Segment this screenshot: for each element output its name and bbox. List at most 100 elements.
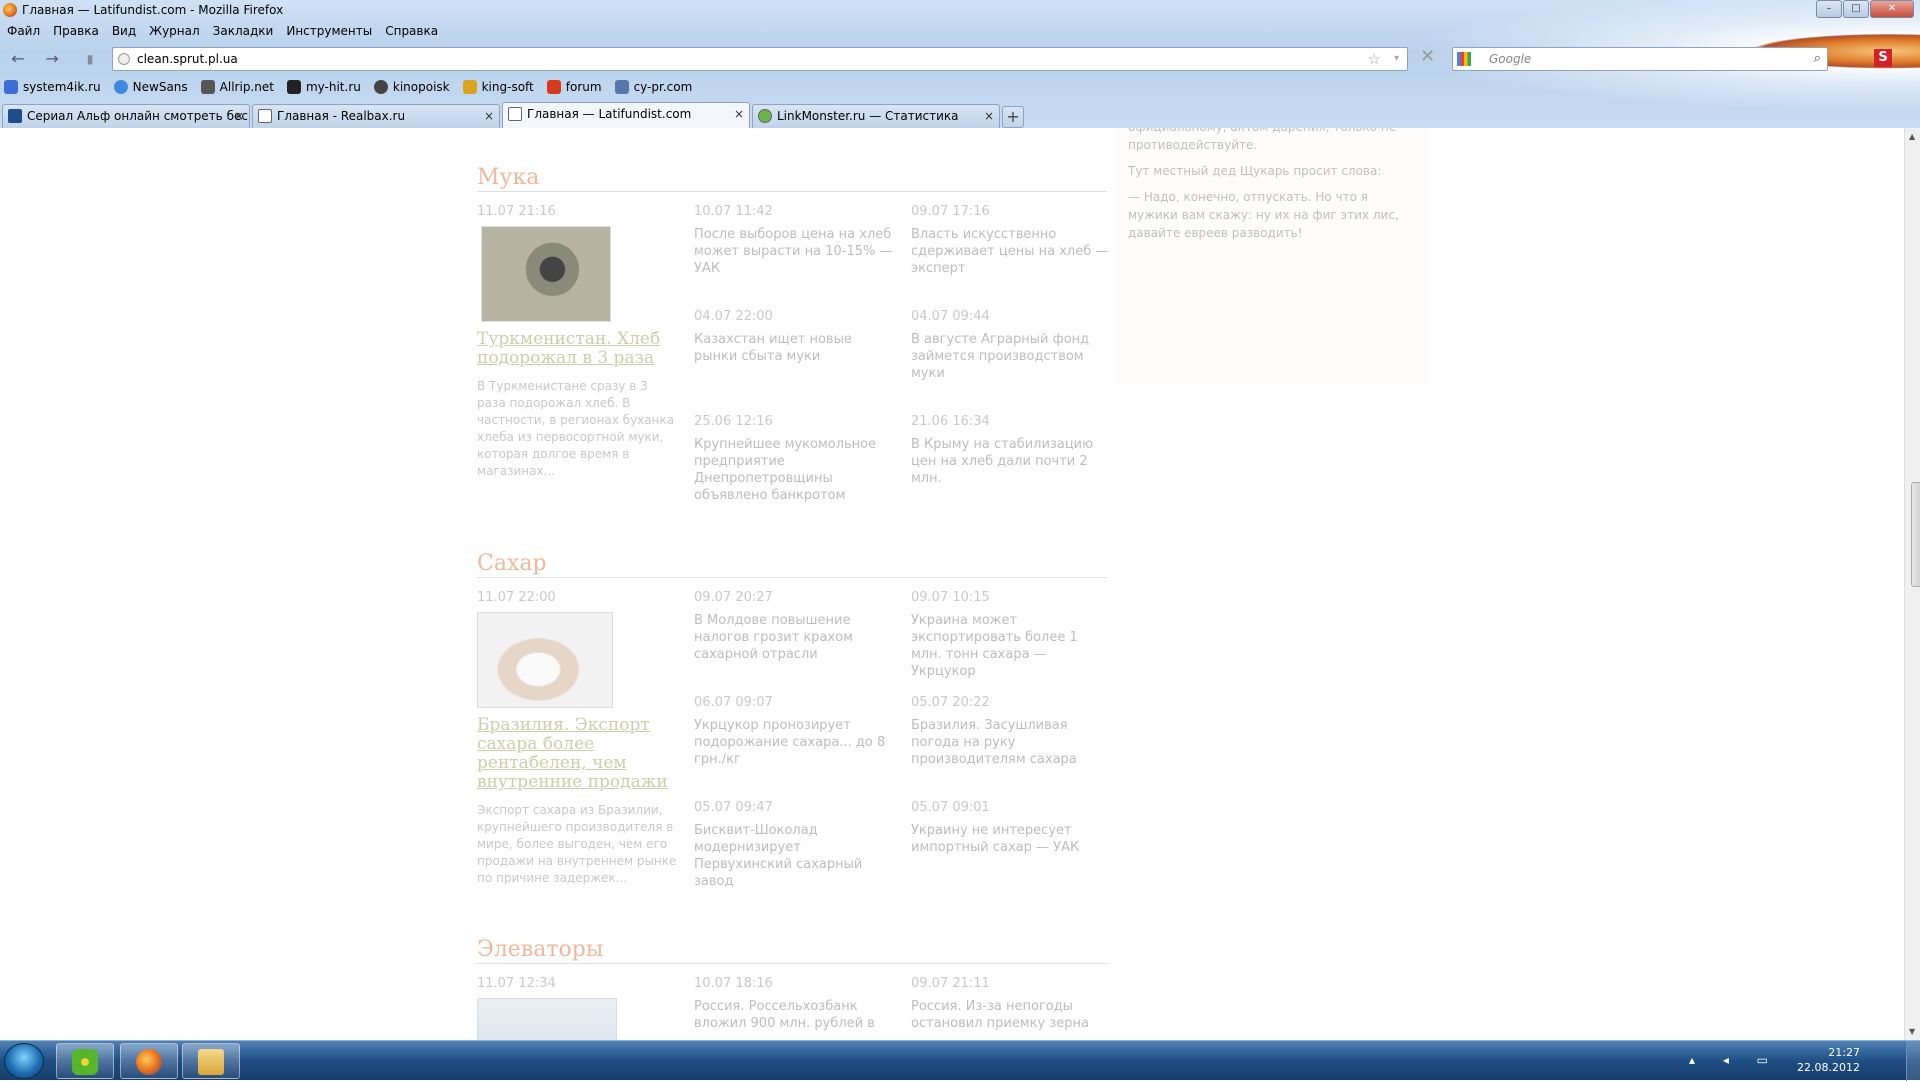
stop-icon[interactable]: ✕ xyxy=(1420,46,1435,67)
lead-article-title[interactable]: Бразилия. Экспорт сахара более рентабеле… xyxy=(477,716,677,792)
new-tab-button[interactable]: + xyxy=(1002,106,1024,128)
news-title[interactable]: Россия. Из-за непогоды остановил приемку… xyxy=(911,998,1111,1032)
news-title[interactable]: В Молдове повышение налогов грозит крахо… xyxy=(694,612,894,663)
taskbar-explorer[interactable] xyxy=(182,1043,240,1079)
bookmark-forum[interactable]: forum xyxy=(543,76,602,98)
bookmark-label: forum xyxy=(565,80,602,94)
lead-article-title[interactable]: Туркменистан. Хлеб подорожал в 3 раза xyxy=(477,330,677,368)
bookmark-allrip[interactable]: Allrip.net xyxy=(197,76,274,98)
article-thumbnail[interactable] xyxy=(477,998,617,1040)
tab-linkmonster[interactable]: LinkMonster.ru — Статистика × xyxy=(752,104,1000,128)
taskbar-icq[interactable] xyxy=(56,1043,114,1079)
article-date: 04.07 22:00 xyxy=(694,309,773,324)
menu-help[interactable]: Справка xyxy=(378,20,444,42)
news-title[interactable]: Бисквит-Шоколад модернизирует Первухинск… xyxy=(694,822,894,890)
news-item[interactable]: 05.07 09:01 Украину не интересует импортн… xyxy=(911,800,1111,856)
scroll-up-icon[interactable]: ▲ xyxy=(1909,132,1915,141)
news-title[interactable]: Казахстан ищет новые рынки сбыта муки xyxy=(694,331,894,365)
news-item[interactable]: 09.07 21:11 Россия. Из-за непогоды остано… xyxy=(911,976,1111,1032)
start-button[interactable] xyxy=(4,1043,44,1079)
tab-close-icon[interactable]: × xyxy=(484,105,494,127)
news-title[interactable]: Украину не интересует импортный сахар — … xyxy=(911,822,1111,856)
menu-file[interactable]: Файл xyxy=(0,20,46,42)
minimize-button[interactable]: – xyxy=(1816,0,1842,18)
tab-favicon-icon xyxy=(758,109,772,123)
news-item[interactable]: 10.07 18:16 Россия. Россельхозбанк вложил… xyxy=(694,976,894,1032)
menu-edit[interactable]: Правка xyxy=(46,20,105,42)
menu-bookmarks[interactable]: Закладки xyxy=(206,20,280,42)
vertical-scrollbar[interactable]: ▲ ▼ xyxy=(1904,128,1920,1040)
news-item[interactable]: 09.07 20:27 В Молдове повышение налогов г… xyxy=(694,590,894,663)
lead-article: 11.07 21:16 Туркменистан. Хлеб подорожал… xyxy=(477,204,677,480)
scrollbar-thumb[interactable] xyxy=(1911,482,1920,587)
news-item[interactable]: 04.07 22:00 Казахстан ищет новые рынки сб… xyxy=(694,309,894,365)
section-title[interactable]: Мука xyxy=(477,164,1107,192)
bookmark-system4ik[interactable]: system4ik.ru xyxy=(0,76,101,98)
site-identity-icon[interactable] xyxy=(118,53,130,65)
maximize-button[interactable]: □ xyxy=(1843,0,1869,18)
scroll-down-icon[interactable]: ▼ xyxy=(1909,1027,1915,1036)
news-title[interactable]: Крупнейшее мукомольное предприятие Днепр… xyxy=(694,436,894,504)
window-title: Главная — Latifundist.com - Mozilla Fire… xyxy=(22,3,284,17)
bookmark-favicon-icon xyxy=(462,80,477,94)
tab-close-icon[interactable]: × xyxy=(984,105,994,127)
clock[interactable]: 21:27 22.08.2012 xyxy=(1797,1045,1860,1075)
news-item[interactable]: 09.07 10:15 Украина может экспортировать … xyxy=(911,590,1111,680)
news-title[interactable]: В августе Аграрный фонд займется произво… xyxy=(911,331,1111,382)
show-desktop-button[interactable] xyxy=(1906,1041,1920,1081)
google-icon[interactable] xyxy=(1457,52,1471,66)
search-bar[interactable]: Google ⌕ xyxy=(1452,47,1828,71)
news-title[interactable]: После выборов цена на хлеб может вырасти… xyxy=(694,226,894,277)
url-bar[interactable]: clean.sprut.pl.ua ☆ ▾ xyxy=(112,47,1408,71)
forward-icon[interactable]: → xyxy=(42,49,62,69)
news-title[interactable]: Власть искусственно сдерживает цены на х… xyxy=(911,226,1111,277)
tray-icons[interactable]: ▴ ◂ ▭ xyxy=(1689,1053,1780,1067)
menu-tools[interactable]: Инструменты xyxy=(279,20,378,42)
section-title[interactable]: Элеваторы xyxy=(477,936,1107,964)
close-window-button[interactable]: ✕ xyxy=(1870,0,1914,18)
article-date: 09.07 10:15 xyxy=(911,590,990,605)
bookmark-king-soft[interactable]: king-soft xyxy=(459,76,534,98)
news-item[interactable]: 05.07 09:47 Бисквит-Шоколад модернизирует… xyxy=(694,800,894,890)
bookmark-star-icon[interactable]: ☆ xyxy=(1368,48,1381,70)
news-title[interactable]: Украина может экспортировать более 1 млн… xyxy=(911,612,1111,680)
bookmark-cy-pr[interactable]: cy-pr.com xyxy=(611,76,692,98)
taskbar-firefox[interactable] xyxy=(120,1043,178,1079)
url-dropdown-icon[interactable]: ▾ xyxy=(1394,48,1399,70)
bookmark-my-hit[interactable]: my-hit.ru xyxy=(283,76,361,98)
url-text: clean.sprut.pl.ua xyxy=(137,52,238,66)
news-item[interactable]: 25.06 12:16 Крупнейшее мукомольное предпр… xyxy=(694,414,894,504)
bookmark-label: Allrip.net xyxy=(219,80,274,94)
addon-s-icon[interactable]: S xyxy=(1874,49,1892,67)
menu-view[interactable]: Вид xyxy=(105,20,142,42)
news-item[interactable]: 21.06 16:34 В Крыму на стабилизацию цен н… xyxy=(911,414,1111,487)
tab-latifundist[interactable]: Главная — Latifundist.com × xyxy=(502,102,750,128)
article-date: 04.07 09:44 xyxy=(911,309,990,324)
bookmark-kinopoisk[interactable]: kinopoisk xyxy=(370,76,450,98)
news-title[interactable]: Россия. Россельхозбанк вложил 900 млн. р… xyxy=(694,998,894,1032)
menu-bar: Файл Правка Вид Журнал Закладки Инструме… xyxy=(0,20,444,42)
bookmark-favicon-icon xyxy=(373,80,388,94)
bookmark-favicon-icon xyxy=(4,80,18,94)
menu-history[interactable]: Журнал xyxy=(142,20,206,42)
tab-alf-serial[interactable]: Сериал Альф онлайн смотреть бес... × xyxy=(2,104,250,128)
section-title[interactable]: Сахар xyxy=(477,550,1107,578)
news-title[interactable]: Укрцукор пронозирует подорожание сахара.… xyxy=(694,717,894,768)
tab-close-icon[interactable]: × xyxy=(234,105,244,127)
news-item[interactable]: 06.07 09:07 Укрцукор пронозирует подорожа… xyxy=(694,695,894,768)
article-thumbnail[interactable] xyxy=(481,226,611,322)
search-go-icon[interactable]: ⌕ xyxy=(1814,48,1821,70)
news-item[interactable]: 09.07 17:16 Власть искусственно сдерживае… xyxy=(911,204,1111,277)
news-title[interactable]: Бразилия. Засушливая погода на руку прои… xyxy=(911,717,1111,768)
tab-label: LinkMonster.ru — Статистика xyxy=(777,109,959,123)
icq-icon xyxy=(72,1049,98,1075)
tab-close-icon[interactable]: × xyxy=(734,103,744,125)
tab-realbax[interactable]: Главная - Realbax.ru × xyxy=(252,104,500,128)
bookmark-newsans[interactable]: NewSans xyxy=(110,76,188,98)
news-title[interactable]: В Крыму на стабилизацию цен на хлеб дали… xyxy=(911,436,1111,487)
news-item[interactable]: 05.07 20:22 Бразилия. Засушливая погода н… xyxy=(911,695,1111,768)
news-item[interactable]: 04.07 09:44 В августе Аграрный фонд займе… xyxy=(911,309,1111,382)
article-thumbnail[interactable] xyxy=(477,612,613,708)
back-icon[interactable]: ← xyxy=(8,49,28,69)
news-item[interactable]: 10.07 11:42 После выборов цена на хлеб мо… xyxy=(694,204,894,277)
